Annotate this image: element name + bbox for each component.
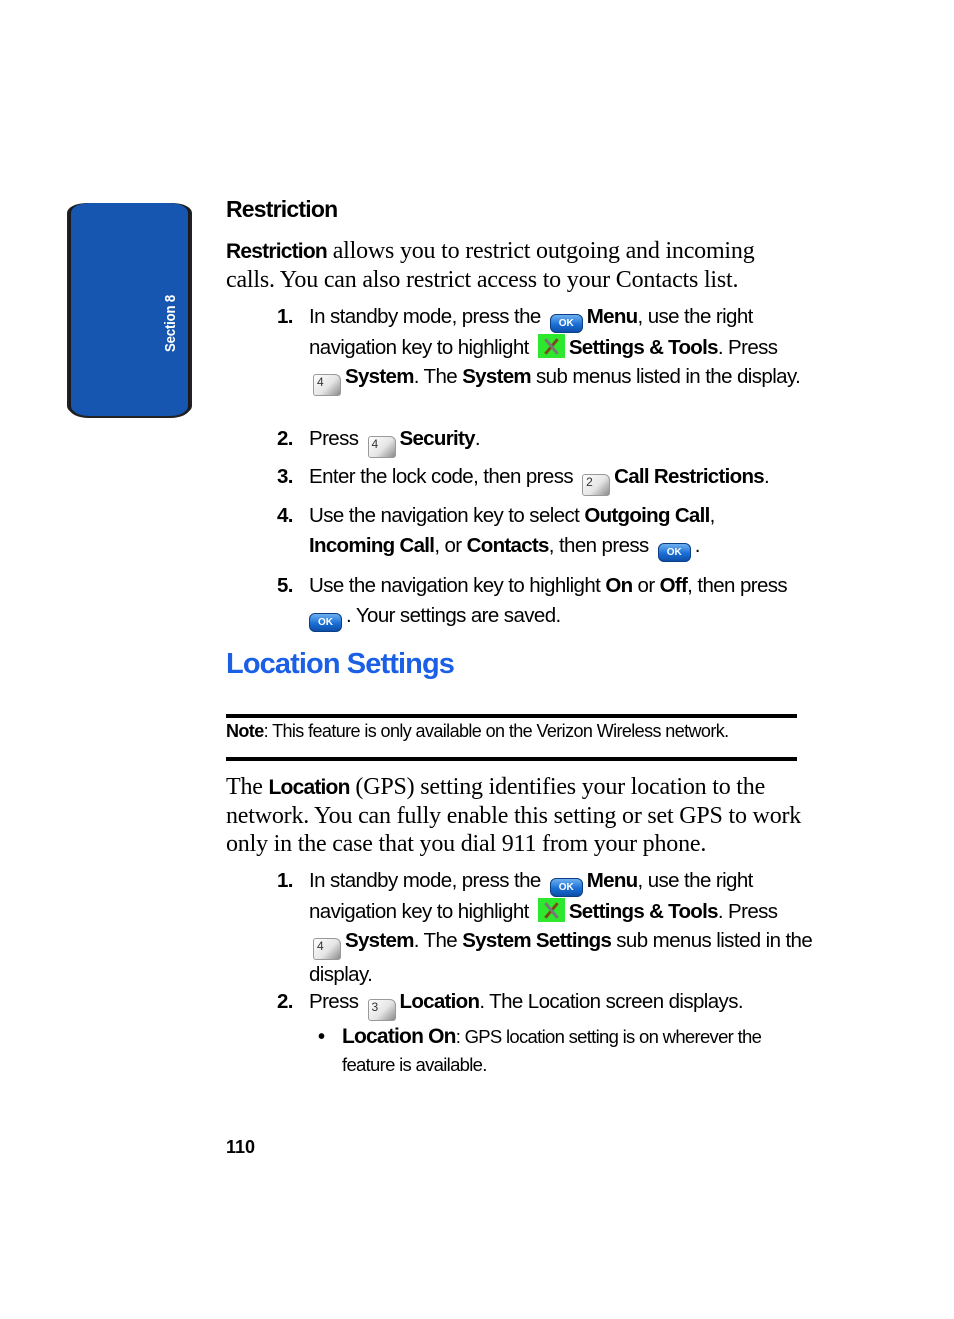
restriction-intro: Restriction allows you to restrict outgo…: [226, 238, 755, 293]
note: Note: This feature is only available on …: [226, 721, 729, 741]
ok-key-icon: OK: [309, 613, 342, 632]
note-top-rule: [226, 714, 797, 718]
restriction-step-5: 5. Use the navigation key to highlight O…: [277, 571, 817, 632]
restriction-heading: Restriction: [226, 196, 338, 222]
location-step-1: 1. In standby mode, press the OK Menu, us…: [277, 869, 813, 986]
restriction-step-4: 4. Use the navigation key to select Outg…: [277, 501, 817, 562]
key-4-icon: 4: [367, 436, 396, 458]
key-4-icon: 4: [313, 938, 341, 960]
settings-tools-icon: [537, 334, 565, 358]
restriction-step-1: 1. In standby mode, press the OK Menu, us…: [277, 302, 817, 396]
settings-tools-icon: [537, 898, 565, 922]
location-on-bullet: • Location On: GPS location setting is o…: [318, 1025, 762, 1075]
location-intro: The Location (GPS) setting identifies yo…: [226, 774, 802, 857]
key-4-icon: 4: [313, 374, 341, 396]
key-2-icon: 2: [582, 474, 611, 496]
note-bottom-rule: [226, 757, 797, 761]
ok-key-icon: OK: [549, 878, 583, 897]
ok-key-icon: OK: [549, 314, 583, 333]
key-3-icon: 3: [367, 999, 396, 1021]
restriction-step-3: 3. Enter the lock code, then press 2 Call…: [277, 462, 817, 496]
location-step-2: 2. Press 3 Location. The Location screen …: [277, 987, 817, 1021]
restriction-step-2: 2. Press 4 Security.: [277, 424, 817, 458]
page-number: 110: [226, 1137, 256, 1157]
ok-key-icon: OK: [657, 543, 691, 562]
location-settings-heading: Location Settings: [226, 648, 455, 680]
section-tab-label: Section 8: [162, 294, 179, 352]
